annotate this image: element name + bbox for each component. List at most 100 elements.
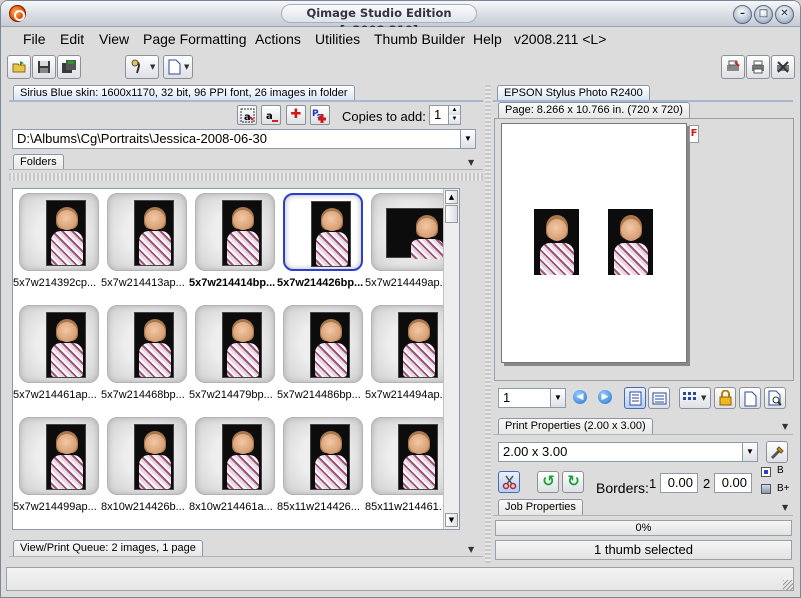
rotate-right-button[interactable]: ↻ <box>562 471 584 493</box>
job-properties-tab[interactable]: Job Properties <box>498 499 583 515</box>
thumbnail-item[interactable]: 5x7w214413ap... <box>101 193 187 299</box>
thumbnail-frame[interactable] <box>283 417 363 495</box>
folder-path-combo[interactable]: D:\Albums\Cg\Portraits\Jessica-2008-06-3… <box>12 129 476 149</box>
thumbnail-item[interactable]: 5x7w214468bp... <box>101 305 187 411</box>
chevron-down-icon[interactable]: ▼ <box>782 503 788 512</box>
thumbnail-frame[interactable] <box>195 417 275 495</box>
thumbnail-item[interactable]: 8x10w214461a... <box>189 417 275 523</box>
add-to-queue-button[interactable]: ✚ <box>286 105 306 125</box>
thumbnail-item[interactable]: 5x7w214486bp... <box>277 305 363 411</box>
thumbnail-item[interactable]: 5x7w214426bp... <box>277 193 363 299</box>
splitter-vertical[interactable] <box>485 85 491 563</box>
thumbnail-item[interactable]: 5x7w214499ap... <box>13 417 99 523</box>
thumbnail-item[interactable]: 85x11w214426... <box>277 417 363 523</box>
new-page-button[interactable] <box>739 387 761 409</box>
thumbnail-frame[interactable] <box>195 193 275 271</box>
crop-tool-dropdown[interactable]: ▼ <box>125 55 159 79</box>
save-button[interactable] <box>32 55 56 79</box>
thumbnail-frame[interactable] <box>107 417 187 495</box>
grid-layout-dropdown[interactable]: ▼ <box>679 387 711 409</box>
minimize-button[interactable]: – <box>733 5 752 24</box>
thumbnail-item[interactable]: 5x7w214461ap... <box>13 305 99 411</box>
open-folder-button[interactable] <box>7 55 31 79</box>
vertical-scrollbar[interactable]: ▲ ▼ <box>443 189 459 529</box>
next-page-button[interactable]: ▶ <box>595 387 617 409</box>
chevron-down-icon[interactable]: ▼ <box>468 158 474 167</box>
thumbnail-item[interactable]: 5x7w214449ap... <box>365 193 451 299</box>
menu-view[interactable]: View <box>99 31 129 47</box>
page-number-combo[interactable]: 1 ▼ <box>498 388 566 408</box>
thumbnail-grid[interactable]: 5x7w214392cp... 5x7w214413ap... 5x7w214414… <box>12 188 460 530</box>
menu-help[interactable]: Help <box>473 31 502 47</box>
thumbnail-frame[interactable] <box>371 417 451 495</box>
previous-page-button[interactable]: ◀ <box>570 387 592 409</box>
page-preview[interactable] <box>501 123 687 363</box>
menu-utilities[interactable]: Utilities <box>315 31 360 47</box>
single-page-view-button[interactable] <box>624 387 646 409</box>
add-one-button[interactable]: a <box>261 105 281 125</box>
thumbnail-item[interactable]: 8x10w214426b... <box>101 417 187 523</box>
cancel-print-button[interactable] <box>771 55 795 79</box>
spin-up-icon[interactable]: ▲ <box>448 106 460 115</box>
thumbnail-item[interactable]: 5x7w214479bp... <box>189 305 275 411</box>
resize-grip-icon[interactable] <box>783 580 793 590</box>
rotate-left-button[interactable]: ↺ <box>537 471 559 493</box>
thumbnail-frame[interactable] <box>371 305 451 383</box>
thumbnail-frame[interactable] <box>283 193 363 271</box>
menu-actions[interactable]: Actions <box>255 31 301 47</box>
scroll-down-icon[interactable]: ▼ <box>445 513 458 527</box>
lock-layout-button[interactable] <box>714 387 736 409</box>
thumbnail-item[interactable]: 5x7w214392cp... <box>13 193 99 299</box>
chevron-down-icon[interactable]: ▼ <box>742 443 757 461</box>
chevron-down-icon[interactable]: ▼ <box>460 130 475 148</box>
page-layout-dropdown[interactable]: ▼ <box>163 55 193 79</box>
chevron-down-icon[interactable]: ▼ <box>782 422 788 431</box>
print-setup-button[interactable] <box>721 55 745 79</box>
page-marker[interactable]: F <box>689 125 699 143</box>
thumbnail-frame[interactable] <box>195 305 275 383</box>
preview-photo-1[interactable] <box>534 209 579 275</box>
maximize-button[interactable]: □ <box>754 5 773 24</box>
save-all-button[interactable] <box>57 55 81 79</box>
list-view-button[interactable] <box>648 387 670 409</box>
thumbnail-frame[interactable] <box>19 305 99 383</box>
menu-thumb-builder[interactable]: Thumb Builder <box>374 31 465 47</box>
thumbnail-item[interactable]: 85x11w214461... <box>365 417 451 523</box>
add-all-button[interactable]: a <box>237 105 257 125</box>
thumbnail-frame[interactable] <box>371 193 451 271</box>
border-bplus-radio[interactable] <box>761 484 771 494</box>
chevron-down-icon[interactable]: ▼ <box>550 389 565 407</box>
print-button[interactable] <box>746 55 770 79</box>
printer-tab[interactable]: EPSON Stylus Photo R2400 <box>497 85 650 101</box>
thumbnail-frame[interactable] <box>107 193 187 271</box>
menu-page-formatting[interactable]: Page Formatting <box>143 31 247 47</box>
border-2-input[interactable]: 0.00 <box>714 473 752 493</box>
menu-file[interactable]: File <box>23 31 46 47</box>
close-button[interactable]: ✕ <box>775 5 794 24</box>
scroll-thumb[interactable] <box>445 205 458 223</box>
title-bar[interactable]: Qimage Studio Edition [v2008.210] – □ ✕ <box>1 1 800 37</box>
size-tools-button[interactable] <box>766 441 788 463</box>
scroll-up-icon[interactable]: ▲ <box>445 190 458 204</box>
preview-photo-2[interactable] <box>608 209 653 275</box>
thumbnail-item[interactable]: 5x7w214494ap... <box>365 305 451 411</box>
print-properties-tab[interactable]: Print Properties (2.00 x 3.00) <box>498 418 653 434</box>
splitter-horizontal[interactable] <box>9 173 483 181</box>
view-print-queue-tab[interactable]: View/Print Queue: 2 images, 1 page <box>13 540 203 556</box>
thumbnail-item[interactable]: 5x7w214414bp... <box>189 193 275 299</box>
border-b-radio[interactable] <box>761 467 771 477</box>
print-size-combo[interactable]: 2.00 x 3.00 ▼ <box>498 442 758 462</box>
thumbnail-frame[interactable] <box>19 193 99 271</box>
thumbnail-frame[interactable] <box>107 305 187 383</box>
copies-stepper[interactable]: 1 ▲ ▼ <box>429 105 461 125</box>
zoom-page-button[interactable] <box>764 387 786 409</box>
add-pages-button[interactable]: Ps <box>310 105 330 125</box>
border-1-input[interactable]: 0.00 <box>660 473 698 493</box>
menu-edit[interactable]: Edit <box>60 31 84 47</box>
crop-toggle-button[interactable] <box>498 471 520 493</box>
folders-tab[interactable]: Folders <box>13 154 64 170</box>
spin-down-icon[interactable]: ▼ <box>448 115 460 124</box>
thumbnail-frame[interactable] <box>283 305 363 383</box>
chevron-down-icon[interactable]: ▼ <box>468 545 474 554</box>
thumbnail-frame[interactable] <box>19 417 99 495</box>
